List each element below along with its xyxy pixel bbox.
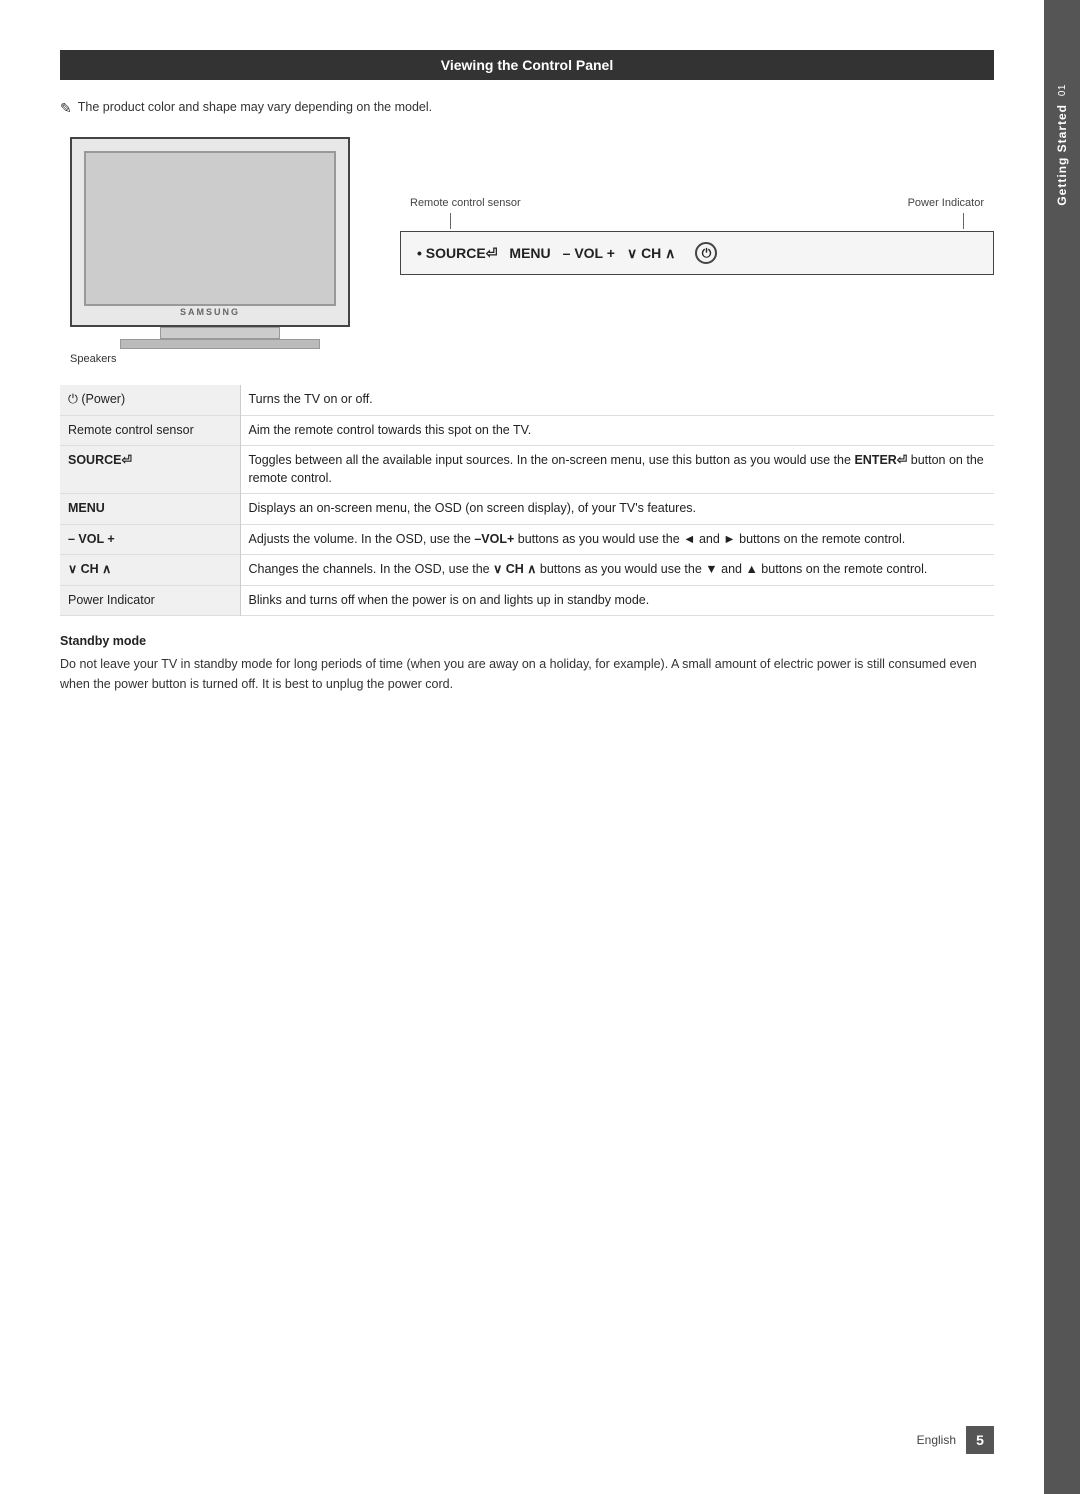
chapter-label: Getting Started <box>1051 96 1073 214</box>
feature-label: ⏻ (Power) <box>60 385 240 415</box>
table-row: ∨ CH ∧Changes the channels. In the OSD, … <box>60 555 994 586</box>
table-row: SOURCE⏎Toggles between all the available… <box>60 446 994 494</box>
feature-description: Aim the remote control towards this spot… <box>240 415 994 446</box>
feature-description: Toggles between all the available input … <box>240 446 994 494</box>
speakers-label: Speakers <box>70 353 380 365</box>
standby-text: Do not leave your TV in standby mode for… <box>60 654 994 694</box>
source-button-label: • SOURCE⏎ <box>417 245 497 262</box>
tv-body: SAMSUNG <box>70 137 350 327</box>
tv-stand-top <box>160 327 280 339</box>
control-bar: • SOURCE⏎ MENU – VOL + ∨ CH ∧ ⏻ <box>400 231 994 275</box>
table-row: Power IndicatorBlinks and turns off when… <box>60 585 994 616</box>
feature-label: Remote control sensor <box>60 415 240 446</box>
standby-title: Standby mode <box>60 634 994 648</box>
ch-label: ∨ CH ∧ <box>627 245 676 262</box>
language-label: English <box>917 1433 956 1447</box>
feature-label: ∨ CH ∧ <box>60 555 240 586</box>
standby-section: Standby mode Do not leave your TV in sta… <box>60 634 994 694</box>
feature-label: MENU <box>60 494 240 525</box>
feature-label: Power Indicator <box>60 585 240 616</box>
power-circle-icon: ⏻ <box>695 242 717 264</box>
feature-description: Changes the channels. In the OSD, use th… <box>240 555 994 586</box>
section-header: Viewing the Control Panel <box>60 50 994 80</box>
control-panel-area: Remote control sensor Power Indicator • … <box>400 137 994 275</box>
tv-brand: SAMSUNG <box>180 307 240 317</box>
tv-stand-bottom <box>120 339 320 349</box>
sidebar-tab: 01 Getting Started <box>1044 0 1080 1494</box>
table-row: MENUDisplays an on-screen menu, the OSD … <box>60 494 994 525</box>
feature-description: Blinks and turns off when the power is o… <box>240 585 994 616</box>
feature-description: Displays an on-screen menu, the OSD (on … <box>240 494 994 525</box>
feature-table: ⏻ (Power)Turns the TV on or off.Remote c… <box>60 385 994 616</box>
table-row: – VOL +Adjusts the volume. In the OSD, u… <box>60 524 994 555</box>
footer: English 5 <box>917 1426 994 1454</box>
remote-sensor-annotation: Remote control sensor <box>410 197 521 209</box>
feature-label: SOURCE⏎ <box>60 446 240 494</box>
page-number: 5 <box>966 1426 994 1454</box>
feature-description: Turns the TV on or off. <box>240 385 994 415</box>
annotation-labels: Remote control sensor Power Indicator <box>400 197 994 209</box>
table-row: Remote control sensorAim the remote cont… <box>60 415 994 446</box>
tv-illustration: SAMSUNG Speakers <box>60 137 380 365</box>
note-text: The product color and shape may vary dep… <box>78 100 432 114</box>
note-line: ✎ The product color and shape may vary d… <box>60 100 994 117</box>
feature-description: Adjusts the volume. In the OSD, use the … <box>240 524 994 555</box>
vol-label: – VOL + <box>563 245 615 261</box>
menu-label: MENU <box>509 245 550 261</box>
table-row: ⏻ (Power)Turns the TV on or off. <box>60 385 994 415</box>
chapter-number: 01 <box>1057 84 1068 96</box>
feature-label: – VOL + <box>60 524 240 555</box>
tv-screen <box>84 151 336 306</box>
power-indicator-annotation: Power Indicator <box>908 197 984 209</box>
note-icon: ✎ <box>60 100 72 117</box>
diagram-area: SAMSUNG Speakers Remote control sensor P… <box>60 137 994 365</box>
